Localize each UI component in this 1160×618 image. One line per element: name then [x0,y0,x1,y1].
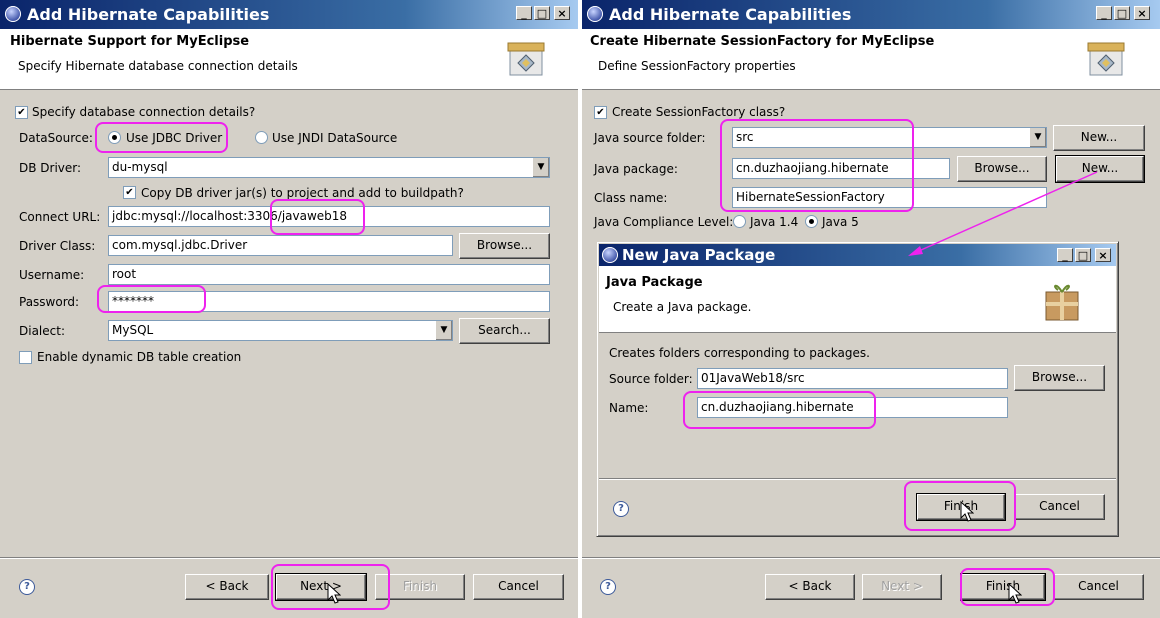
db-driver-value: du-mysql [112,160,168,174]
password-label: Password: [19,295,80,309]
chevron-down-icon[interactable]: ▼ [435,321,452,340]
minimize-button[interactable]: _ [516,6,532,20]
mouse-cursor-icon [1008,583,1022,604]
back-button[interactable]: < Back [185,574,269,600]
copy-jar-checkbox[interactable]: ✔ [123,186,136,199]
close-button[interactable]: × [554,6,570,20]
highlight-password [97,285,206,313]
driver-class-label: Driver Class: [19,239,96,253]
dialect-value: MySQL [112,323,154,337]
specify-connection-label: Specify database connection details? [32,105,256,119]
username-value: root [112,267,137,281]
dialect-search-button[interactable]: Search... [459,318,550,344]
dynamic-table-label: Enable dynamic DB table creation [37,350,242,364]
left-wizard-window: Add Hibernate Capabilities _ □ × Hiberna… [0,0,578,618]
help-icon[interactable]: ? [19,579,35,595]
left-window-title: Add Hibernate Capabilities [27,5,270,24]
right-wizard-window: Add Hibernate Capabilities _ □ × Create … [582,0,1160,618]
chevron-down-icon[interactable]: ▼ [532,158,549,177]
left-banner-subtitle: Specify Hibernate database connection de… [18,59,298,73]
dialect-label: Dialect: [19,324,65,338]
connect-url-label: Connect URL: [19,210,101,224]
highlight-dbname [270,199,365,235]
left-footer-separator [0,557,578,559]
datasource-label: DataSource: [19,131,93,145]
highlight-jdbc [95,122,228,153]
annotation-arrow [908,171,1098,256]
driver-class-value: com.mysql.jdbc.Driver [112,238,248,252]
dialect-select[interactable]: MySQL ▼ [108,320,453,341]
hibernate-wizard-icon [507,42,545,76]
maximize-button[interactable]: □ [534,6,550,20]
left-banner-title: Hibernate Support for MyEclipse [10,34,250,49]
specify-connection-checkbox[interactable]: ✔ [15,106,28,119]
left-banner: Hibernate Support for MyEclipse Specify … [0,29,578,90]
username-input[interactable]: root [108,264,550,285]
dynamic-table-checkbox[interactable] [19,351,32,364]
db-driver-label: DB Driver: [19,161,82,175]
mouse-cursor-icon [960,501,974,522]
use-jndi-label: Use JNDI DataSource [272,131,398,145]
left-title-bar[interactable]: Add Hibernate Capabilities _ □ × [0,0,578,29]
myeclipse-app-icon [5,6,21,22]
cancel-button[interactable]: Cancel [473,574,564,600]
mouse-cursor-icon [327,583,341,604]
use-jndi-radio[interactable] [255,131,268,144]
driver-browse-button[interactable]: Browse... [459,233,550,259]
username-label: Username: [19,268,85,282]
db-driver-select[interactable]: du-mysql ▼ [108,157,550,178]
driver-class-input[interactable]: com.mysql.jdbc.Driver [108,235,453,256]
copy-jar-label: Copy DB driver jar(s) to project and add… [141,186,464,200]
